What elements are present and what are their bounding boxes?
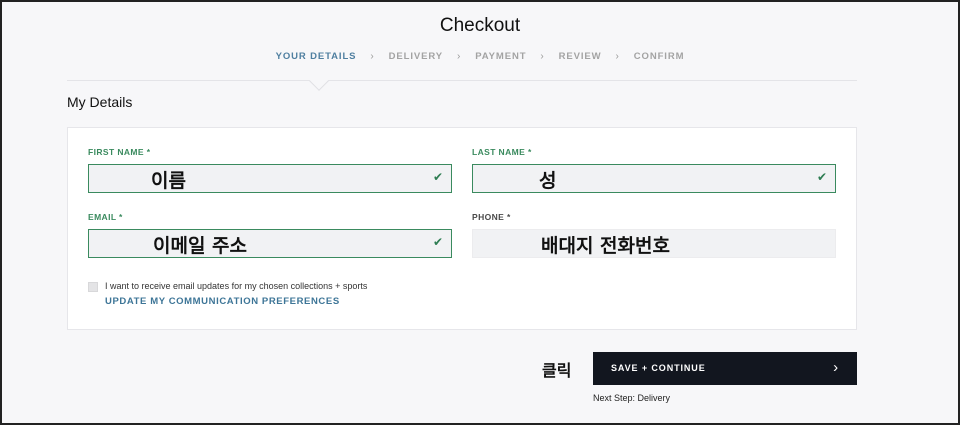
last-name-field[interactable]: 성 ✔ (472, 164, 836, 193)
step-review: REVIEW (558, 51, 602, 62)
step-payment: PAYMENT (475, 51, 527, 62)
save-continue-button[interactable]: SAVE + CONTINUE › (593, 352, 857, 385)
check-icon: ✔ (432, 170, 443, 184)
last-name-value: 성 (539, 170, 557, 192)
step-confirm: CONFIRM (633, 51, 685, 62)
section-title: My Details (67, 94, 133, 110)
email-label: EMAIL * (88, 212, 123, 222)
chevron-right-icon: › (370, 51, 375, 62)
last-name-label: LAST NAME * (472, 147, 532, 157)
save-continue-label: SAVE + CONTINUE (611, 363, 706, 373)
email-updates-label: I want to receive email updates for my c… (105, 281, 368, 291)
email-field[interactable]: 이메일 주소 ✔ (88, 229, 452, 258)
checkout-steps: YOUR DETAILS › DELIVERY › PAYMENT › REVI… (0, 51, 960, 62)
step-delivery: DELIVERY (388, 51, 443, 62)
click-annotation: 클릭 (542, 361, 572, 380)
check-icon: ✔ (816, 170, 827, 184)
page-title: Checkout (439, 15, 521, 36)
phone-label: PHONE * (472, 212, 511, 222)
active-step-caret-icon (309, 71, 329, 91)
communication-preferences-link[interactable]: UPDATE MY COMMUNICATION PREFERENCES (105, 296, 340, 307)
first-name-value: 이름 (151, 170, 186, 192)
phone-field[interactable]: 배대지 전화번호 (472, 229, 836, 258)
step-your-details[interactable]: YOUR DETAILS (274, 51, 359, 62)
email-value: 이메일 주소 (153, 235, 248, 257)
chevron-right-icon: › (457, 51, 462, 62)
first-name-label: FIRST NAME * (88, 147, 151, 157)
chevron-right-icon: › (615, 51, 620, 62)
check-icon: ✔ (432, 235, 443, 249)
next-step-text: Next Step: Delivery (593, 393, 671, 403)
email-updates-checkbox[interactable] (88, 282, 98, 292)
steps-divider (67, 80, 857, 81)
chevron-right-icon: › (540, 51, 545, 62)
first-name-field[interactable]: 이름 ✔ (88, 164, 452, 193)
phone-value: 배대지 전화번호 (541, 235, 670, 257)
chevron-right-icon: › (833, 359, 839, 376)
